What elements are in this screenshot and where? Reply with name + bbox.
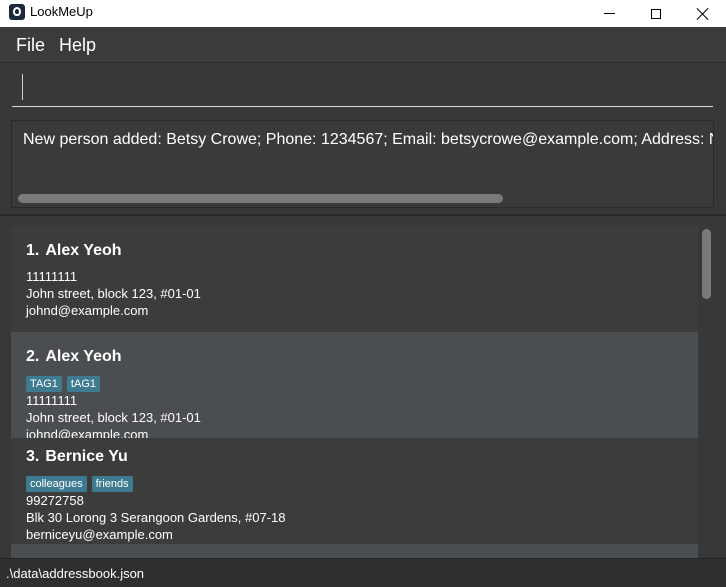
person-name-row: 3. Bernice Yu (26, 448, 698, 468)
person-phone: 99272758 (26, 493, 84, 508)
tag-list: TAG1 tAG1 (26, 372, 698, 392)
person-list-panel: 1. Alex Yeoh 11111111 John street, block … (0, 214, 726, 560)
close-icon (696, 7, 710, 21)
person-card-1[interactable]: 1. Alex Yeoh 11111111 John street, block … (11, 226, 698, 332)
person-index: 3. (26, 448, 40, 465)
close-button[interactable] (680, 0, 726, 27)
person-name-row: 2. Alex Yeoh (26, 348, 698, 368)
person-list[interactable]: 1. Alex Yeoh 11111111 John street, block … (11, 226, 698, 558)
person-address: Blk 30 Lorong 3 Serangoon Gardens, #07-1… (26, 510, 286, 525)
tag-list: colleagues friends (26, 472, 698, 492)
person-name-row: 1. Alex Yeoh (26, 242, 698, 262)
horizontal-scrollbar[interactable] (18, 194, 503, 203)
menu-help[interactable]: Help (59, 35, 96, 56)
text-caret (22, 74, 23, 100)
person-phone: 11111111 (26, 393, 78, 408)
menu-file[interactable]: File (16, 35, 45, 56)
command-box (0, 62, 726, 115)
person-name: Alex Yeoh (45, 348, 122, 365)
tag: friends (91, 476, 133, 492)
tag: tAG1 (66, 376, 100, 392)
person-name: Alex Yeoh (45, 242, 122, 259)
person-card-3[interactable]: 3. Bernice Yu colleagues friends 99272758 … (11, 438, 698, 544)
person-index: 1. (26, 242, 40, 259)
tag: colleagues (26, 476, 87, 492)
person-phone: 11111111 (26, 269, 78, 284)
minimize-button[interactable] (586, 0, 632, 27)
command-input[interactable] (12, 69, 713, 107)
person-email: berniceyu@example.com (26, 527, 173, 542)
menu-bar: File Help (0, 27, 726, 62)
person-name: Bernice Yu (45, 448, 128, 465)
tag: TAG1 (26, 376, 62, 392)
title-bar: LookMeUp (0, 0, 726, 27)
result-message: New person added: Betsy Crowe; Phone: 12… (23, 131, 713, 148)
person-card-4[interactable] (11, 544, 698, 558)
vertical-scrollbar[interactable] (702, 229, 711, 299)
person-card-2[interactable]: 2. Alex Yeoh TAG1 tAG1 11111111 John stree… (11, 332, 698, 442)
save-location: .\data\addressbook.json (6, 566, 145, 581)
window-title: LookMeUp (30, 4, 93, 19)
person-address: John street, block 123, #01-01 (26, 286, 201, 301)
minimize-icon (603, 13, 615, 14)
maximize-button[interactable] (633, 0, 679, 27)
person-index: 2. (26, 348, 40, 365)
status-bar: .\data\addressbook.json (0, 558, 726, 587)
result-display[interactable]: New person added: Betsy Crowe; Phone: 12… (11, 120, 714, 208)
maximize-icon (651, 8, 661, 19)
app-logo-icon (9, 4, 25, 20)
person-email: johnd@example.com (26, 303, 149, 318)
person-address: John street, block 123, #01-01 (26, 410, 201, 425)
